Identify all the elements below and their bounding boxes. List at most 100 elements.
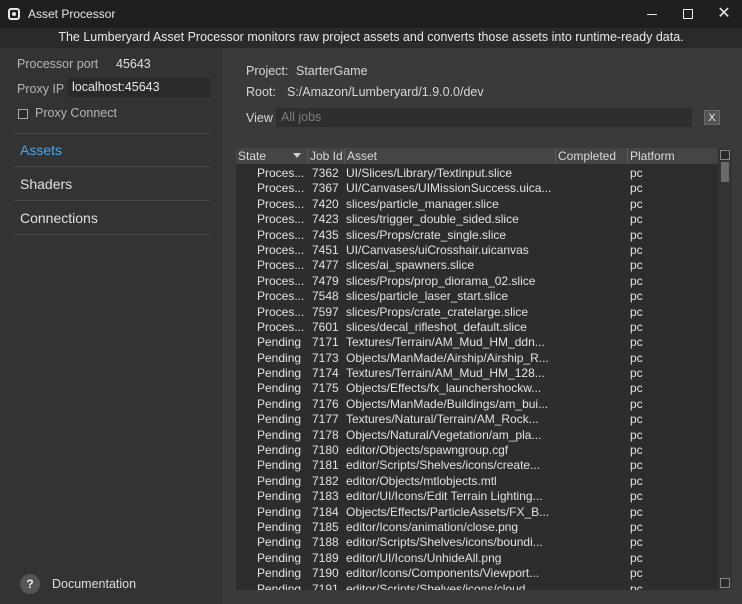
cell-platform: pc — [630, 166, 643, 180]
cell-completed — [556, 412, 628, 427]
cell-state: Proces... — [257, 319, 305, 334]
cell-completed — [556, 197, 628, 212]
cell-platform: pc — [630, 227, 643, 242]
table-row[interactable]: Pending 7178 Objects/Natural/Vegetation/am… — [236, 428, 718, 443]
table-row[interactable]: Proces... 7477 slices/ai_spawners.slice pc — [236, 258, 718, 273]
cell-state: Pending — [257, 443, 302, 458]
scroll-down-button[interactable] — [720, 578, 730, 588]
proxy-ip-field[interactable]: localhost:45643 — [68, 78, 210, 97]
cell-job-id: 7171 — [312, 335, 339, 350]
cell-state: Proces... — [257, 273, 305, 288]
table-row[interactable]: Proces... 7362 UI/Slices/Library/Textinput… — [236, 166, 718, 181]
main-panel: Project: StarterGame Root: S:/Amazon/Lum… — [222, 48, 742, 604]
cell-asset: Objects/Natural/Vegetation/am_pla... — [346, 427, 542, 442]
table-row[interactable]: Pending 7181 editor/Scripts/Shelves/icons/… — [236, 458, 718, 473]
table-row[interactable]: Pending 7176 Objects/ManMade/Buildings/am_… — [236, 397, 718, 412]
table-row[interactable]: Pending 7191 editor/Scripts/Shelves/icons/… — [236, 582, 718, 590]
cell-platform: pc — [630, 242, 643, 257]
table-row[interactable]: Proces... 7420 slices/particle_manager.sli… — [236, 197, 718, 212]
cell-job-id: 7182 — [312, 473, 339, 488]
scroll-up-button[interactable] — [720, 150, 730, 160]
table-row[interactable]: Pending 7174 Textures/Terrain/AM_Mud_HM_12… — [236, 366, 718, 381]
cell-job-id: 7451 — [312, 242, 339, 257]
sidebar-item-assets[interactable]: Assets — [14, 134, 210, 167]
cell-asset: Objects/Effects/ParticleAssets/FX_B... — [346, 504, 550, 519]
table-row[interactable]: Proces... 7435 slices/Props/crate_single.s… — [236, 228, 718, 243]
cell-state: Pending — [257, 504, 302, 519]
cell-state: Proces... — [257, 227, 305, 242]
cell-job-id: 7188 — [312, 535, 339, 550]
cell-asset: slices/Props/prop_diorama_02.slice — [346, 273, 536, 288]
table-row[interactable]: Proces... 7451 UI/Canvases/uiCrosshair.uic… — [236, 243, 718, 258]
documentation-link[interactable]: Documentation — [52, 577, 136, 591]
column-header-platform[interactable]: Platform — [628, 148, 718, 164]
column-header-state[interactable]: State — [236, 148, 308, 164]
help-icon[interactable]: ? — [20, 574, 40, 594]
cell-job-id: 7420 — [312, 196, 339, 211]
cell-job-id: 7181 — [312, 458, 339, 473]
table-row[interactable]: Pending 7180 editor/Objects/spawngroup.cgf… — [236, 443, 718, 458]
cell-asset: Textures/Terrain/AM_Mud_HM_128... — [346, 366, 545, 381]
sidebar-item-connections[interactable]: Connections — [14, 202, 210, 235]
table-row[interactable]: Proces... 7601 slices/decal_rifleshot_defa… — [236, 320, 718, 335]
cell-asset: Objects/Effects/fx_launchershockw... — [346, 381, 542, 396]
cell-completed — [556, 289, 628, 304]
table-row[interactable]: Proces... 7423 slices/trigger_double_sided… — [236, 212, 718, 227]
table-row[interactable]: Pending 7182 editor/Objects/mtlobjects.mtl… — [236, 474, 718, 489]
cell-asset: slices/Props/crate_cratelarge.slice — [346, 304, 529, 319]
cell-completed — [556, 428, 628, 443]
clear-filter-button[interactable]: X — [704, 110, 720, 125]
project-label: Project: — [246, 64, 289, 78]
cell-platform: pc — [630, 366, 643, 381]
vertical-scrollbar[interactable] — [718, 148, 732, 590]
table-row[interactable]: Pending 7189 editor/UI/Icons/UnhideAll.png… — [236, 551, 718, 566]
cell-asset: editor/UI/Icons/UnhideAll.png — [346, 550, 502, 565]
cell-state: Pending — [257, 458, 302, 473]
table-row[interactable]: Pending 7171 Textures/Terrain/AM_Mud_HM_dd… — [236, 335, 718, 350]
table-row[interactable]: Pending 7175 Objects/Effects/fx_launchersh… — [236, 381, 718, 396]
job-filter-input[interactable]: All jobs — [276, 108, 692, 127]
cell-platform: pc — [630, 258, 643, 273]
cell-platform: pc — [630, 535, 643, 550]
cell-completed — [556, 305, 628, 320]
table-row[interactable]: Proces... 7597 slices/Props/crate_cratelar… — [236, 305, 718, 320]
cell-job-id: 7548 — [312, 289, 339, 304]
column-header-completed[interactable]: Completed — [556, 148, 628, 164]
column-header-job-id[interactable]: Job Id — [308, 148, 345, 164]
column-header-asset[interactable]: Asset — [345, 148, 556, 164]
sort-descending-icon — [293, 153, 301, 158]
maximize-button[interactable] — [670, 0, 706, 28]
table-row[interactable]: Pending 7173 Objects/ManMade/Airship/Airsh… — [236, 351, 718, 366]
minimize-icon — [647, 13, 657, 15]
table-row[interactable]: Pending 7188 editor/Scripts/Shelves/icons/… — [236, 535, 718, 550]
minimize-button[interactable] — [634, 0, 670, 28]
table-row[interactable]: Proces... 7367 UI/Canvases/UIMissionSucces… — [236, 181, 718, 196]
cell-state: Pending — [257, 335, 302, 350]
cell-platform: pc — [630, 566, 643, 581]
table-row[interactable]: Pending 7185 editor/Icons/animation/close.… — [236, 520, 718, 535]
cell-completed — [556, 181, 628, 196]
cell-asset: UI/Canvases/uiCrosshair.uicanvas — [346, 242, 529, 257]
close-icon: ✕ — [717, 5, 731, 22]
scrollbar-thumb[interactable] — [721, 162, 729, 182]
table-row[interactable]: Pending 7177 Textures/Natural/Terrain/AM_R… — [236, 412, 718, 427]
cell-asset: editor/Scripts/Shelves/icons/cloud_... — [346, 581, 543, 590]
table-row[interactable]: Pending 7190 editor/Icons/Components/Viewp… — [236, 566, 718, 581]
cell-state: Pending — [257, 535, 302, 550]
proxy-connect-checkbox[interactable] — [18, 109, 28, 119]
close-button[interactable]: ✕ — [706, 0, 742, 28]
table-row[interactable]: Proces... 7479 slices/Props/prop_diorama_0… — [236, 274, 718, 289]
cell-state: Pending — [257, 396, 302, 411]
table-row[interactable]: Pending 7184 Objects/Effects/ParticleAsset… — [236, 505, 718, 520]
cell-job-id: 7176 — [312, 396, 339, 411]
table-row[interactable]: Proces... 7548 slices/particle_laser_start… — [236, 289, 718, 304]
table-row[interactable]: Pending 7183 editor/UI/Icons/Edit Terrain … — [236, 489, 718, 504]
sidebar-item-shaders[interactable]: Shaders — [14, 168, 210, 201]
cell-completed — [556, 243, 628, 258]
cell-state: Proces... — [257, 196, 305, 211]
cell-job-id: 7189 — [312, 550, 339, 565]
cell-platform: pc — [630, 335, 643, 350]
cell-state: Pending — [257, 412, 302, 427]
cell-job-id: 7175 — [312, 381, 339, 396]
cell-job-id: 7435 — [312, 227, 339, 242]
